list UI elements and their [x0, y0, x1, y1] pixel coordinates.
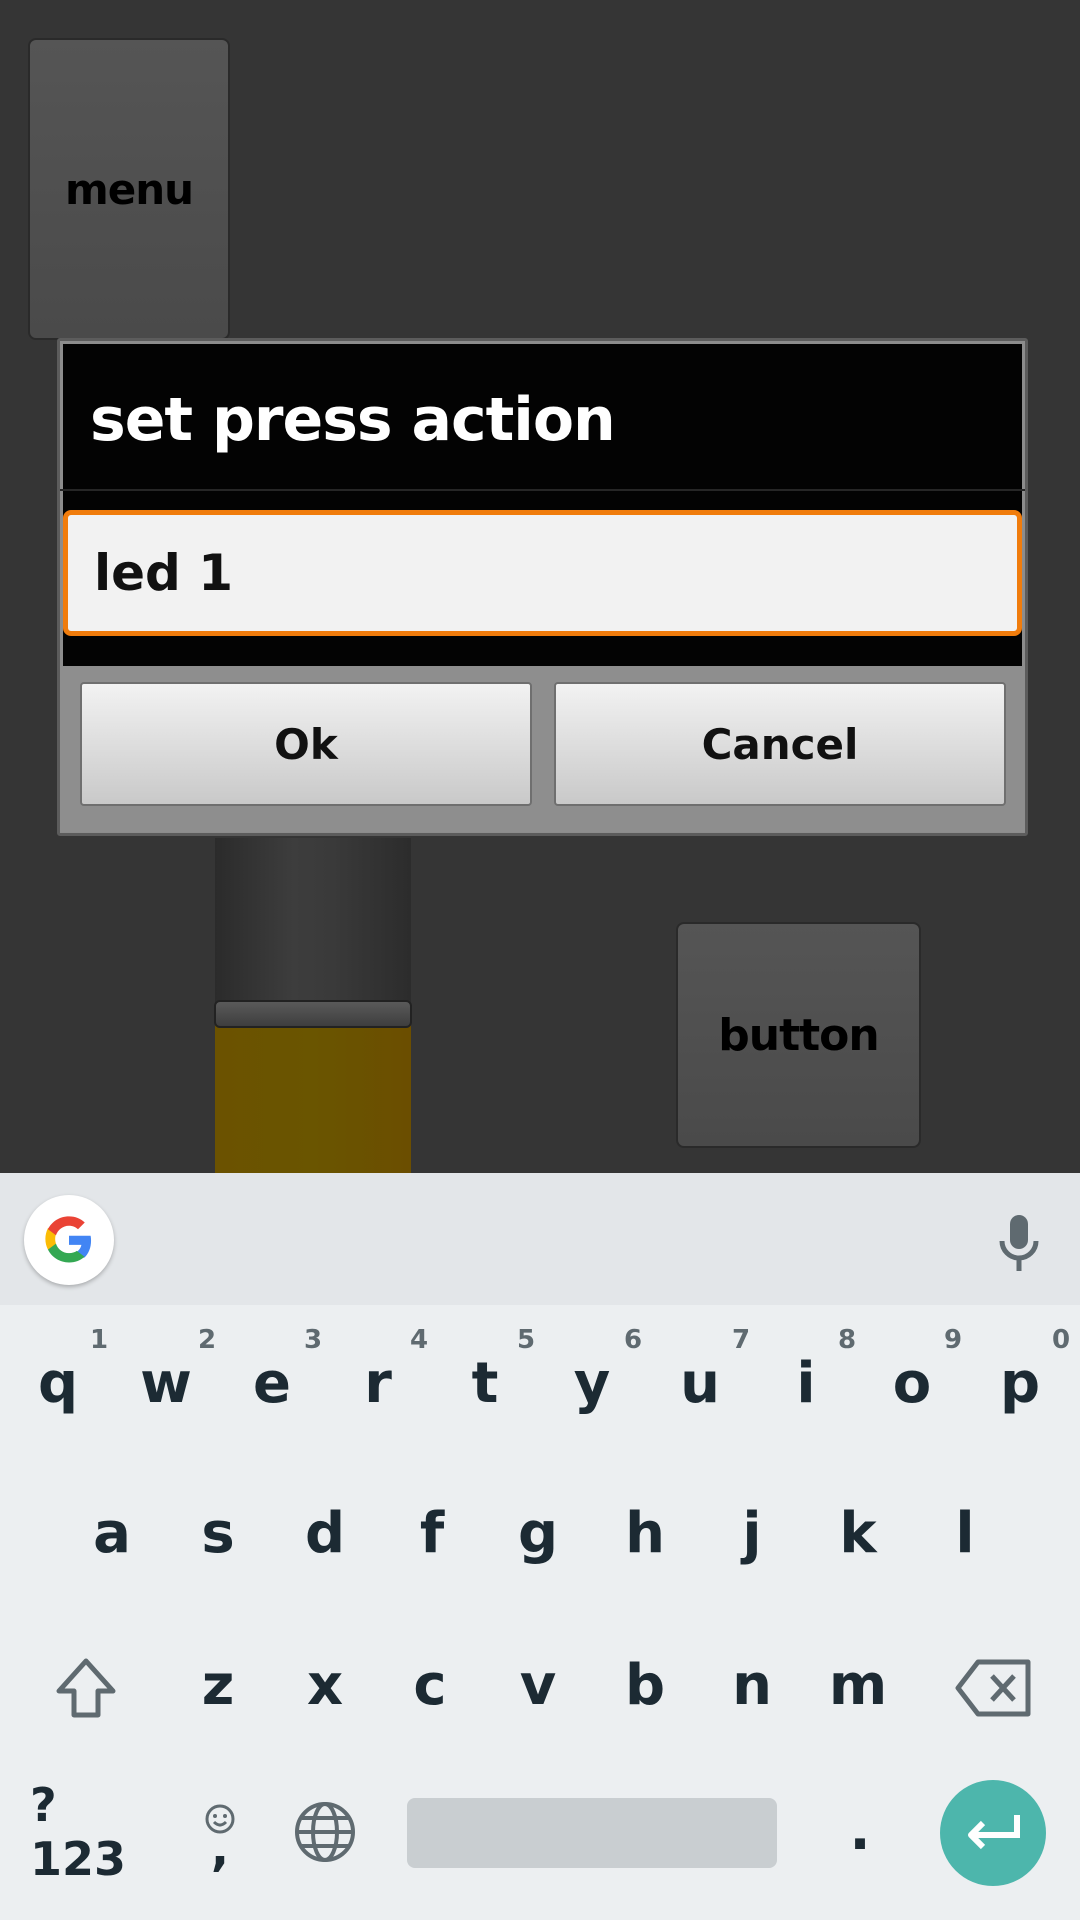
ok-button[interactable]: Ok — [80, 682, 532, 806]
menu-button[interactable]: menu — [28, 38, 230, 340]
key-d[interactable]: d — [285, 1488, 365, 1578]
key-c[interactable]: c — [390, 1640, 470, 1730]
action-text-field[interactable] — [63, 510, 1022, 636]
key-v[interactable]: v — [498, 1640, 578, 1730]
key-hint-1: 1 — [90, 1325, 109, 1355]
key-y[interactable]: y — [552, 1338, 632, 1428]
key-g[interactable]: g — [498, 1488, 578, 1578]
key-a[interactable]: a — [72, 1488, 152, 1578]
comma-key[interactable]: , — [190, 1790, 250, 1876]
globe-icon[interactable] — [290, 1797, 360, 1867]
key-l[interactable]: l — [925, 1488, 1005, 1578]
key-hint-8: 8 — [838, 1325, 857, 1355]
key-b[interactable]: b — [605, 1640, 685, 1730]
key-x[interactable]: x — [285, 1640, 365, 1730]
slider-handle[interactable] — [214, 1000, 412, 1028]
key-h[interactable]: h — [605, 1488, 685, 1578]
key-o[interactable]: o — [872, 1338, 952, 1428]
space-bar[interactable] — [407, 1798, 777, 1868]
key-m[interactable]: m — [818, 1640, 898, 1730]
cancel-button[interactable]: Cancel — [554, 682, 1006, 806]
period-key[interactable]: . — [830, 1790, 890, 1870]
keyboard-suggestion-bar — [0, 1173, 1080, 1305]
key-j[interactable]: j — [712, 1488, 792, 1578]
cancel-button-label: Cancel — [701, 719, 859, 769]
key-hint-0: 0 — [1052, 1325, 1071, 1355]
comma-label: , — [210, 1821, 230, 1877]
microphone-icon[interactable] — [996, 1213, 1042, 1277]
backspace-icon[interactable] — [950, 1648, 1038, 1728]
key-n[interactable]: n — [712, 1640, 792, 1730]
app-button-label: button — [718, 1009, 879, 1061]
google-logo-icon[interactable] — [24, 1195, 114, 1285]
key-f[interactable]: f — [392, 1488, 472, 1578]
key-w[interactable]: w — [126, 1338, 206, 1428]
shift-icon[interactable] — [40, 1645, 132, 1731]
dialog-divider — [60, 489, 1025, 491]
menu-button-label: menu — [64, 164, 194, 214]
enter-icon[interactable] — [940, 1780, 1046, 1886]
slider-fill — [215, 1025, 411, 1173]
key-hint-3: 3 — [304, 1325, 323, 1355]
key-z[interactable]: z — [178, 1640, 258, 1730]
action-input[interactable] — [94, 544, 1017, 602]
key-p[interactable]: p — [980, 1338, 1060, 1428]
key-r[interactable]: r — [338, 1338, 418, 1428]
key-hint-2: 2 — [198, 1325, 217, 1355]
key-s[interactable]: s — [178, 1488, 258, 1578]
key-e[interactable]: e — [232, 1338, 312, 1428]
key-hint-5: 5 — [517, 1325, 536, 1355]
key-i[interactable]: i — [766, 1338, 846, 1428]
key-u[interactable]: u — [660, 1338, 740, 1428]
key-k[interactable]: k — [818, 1488, 898, 1578]
ok-button-label: Ok — [274, 719, 338, 769]
key-t[interactable]: t — [445, 1338, 525, 1428]
symbols-key[interactable]: ?123 — [30, 1778, 145, 1886]
key-hint-4: 4 — [410, 1325, 429, 1355]
key-q[interactable]: q — [18, 1338, 98, 1428]
key-hint-6: 6 — [624, 1325, 643, 1355]
dialog-title: set press action — [90, 385, 616, 455]
key-hint-7: 7 — [732, 1325, 751, 1355]
app-button[interactable]: button — [676, 922, 921, 1148]
key-hint-9: 9 — [944, 1325, 963, 1355]
